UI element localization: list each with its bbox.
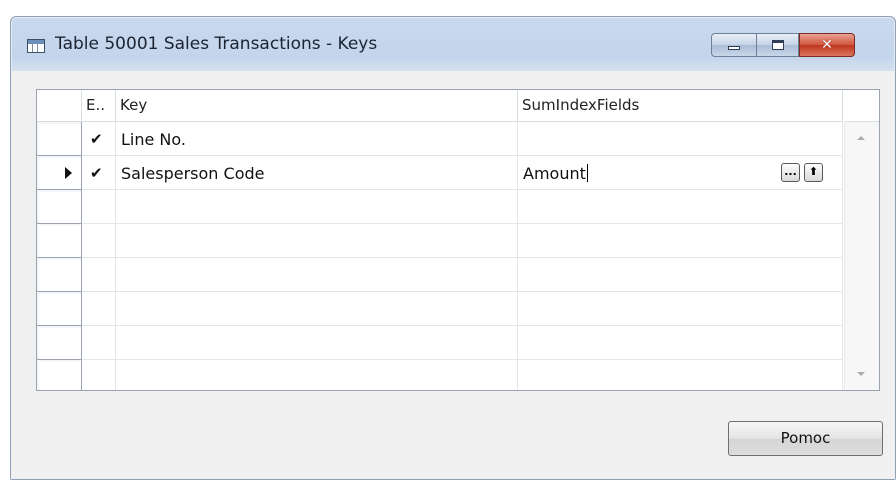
table-row[interactable]: ✔ Line No. [37,122,843,156]
sumindexfields-cell[interactable] [518,122,843,156]
sumindexfields-cell[interactable] [518,258,843,292]
row-selector-header [37,90,82,122]
sumindexfields-cell[interactable] [518,292,843,326]
text-caret [586,164,588,182]
sumindexfields-value: Amount [523,164,586,183]
close-icon: ✕ [821,37,833,53]
sumindexfields-cell[interactable] [518,190,843,224]
row-selector[interactable] [37,156,82,190]
sumindexfields-cell[interactable] [518,326,843,360]
column-header-key[interactable]: Key [116,90,518,122]
key-cell[interactable] [116,190,518,224]
minimize-button[interactable] [711,33,757,57]
row-selector[interactable] [37,292,82,326]
row-selector[interactable] [37,224,82,258]
window-client-area: E.. Key SumIndexFields ✔ Line No. ✔ Sale… [11,71,895,479]
enabled-cell[interactable] [82,326,116,360]
table-row-empty[interactable] [37,326,843,360]
row-selector[interactable] [37,360,82,390]
row-selector[interactable] [37,326,82,360]
keys-grid[interactable]: E.. Key SumIndexFields ✔ Line No. ✔ Sale… [36,89,880,391]
lookup-button[interactable]: ... [781,163,800,182]
help-button[interactable]: Pomoc [728,421,883,456]
enabled-cell[interactable] [82,292,116,326]
key-cell[interactable] [116,292,518,326]
sumindexfields-cell[interactable] [518,224,843,258]
enabled-cell[interactable] [82,224,116,258]
scroll-up-icon[interactable] [857,136,865,140]
header-corner [845,90,879,122]
key-cell[interactable] [116,360,518,390]
table-row-empty[interactable] [37,292,843,326]
sumindexfields-cell[interactable] [518,360,843,390]
row-selector[interactable] [37,122,82,156]
row-pointer-icon [65,167,72,179]
table-icon [27,39,45,53]
key-cell[interactable] [116,326,518,360]
table-row-empty[interactable] [37,190,843,224]
vertical-scrollbar[interactable] [844,122,879,390]
enabled-cell[interactable] [82,360,116,390]
enabled-cell[interactable] [82,258,116,292]
window-title: Table 50001 Sales Transactions - Keys [55,34,378,54]
minimize-icon [728,46,740,50]
enabled-cell[interactable] [82,190,116,224]
enabled-checkmark-icon[interactable]: ✔ [82,122,116,156]
column-header-sumindexfields[interactable]: SumIndexFields [518,90,843,122]
column-header-enabled[interactable]: E.. [82,90,116,122]
key-cell[interactable] [116,224,518,258]
key-cell[interactable]: Line No. [116,122,518,156]
close-button[interactable]: ✕ [799,33,855,57]
row-selector[interactable] [37,258,82,292]
maximize-icon [771,40,784,50]
scroll-down-icon[interactable] [857,372,865,376]
key-cell[interactable] [116,258,518,292]
enabled-checkmark-icon[interactable]: ✔ [82,156,116,190]
table-row-current[interactable]: ✔ Salesperson Code Amount ... ⬆ [37,156,843,190]
row-selector[interactable] [37,190,82,224]
keys-window: Table 50001 Sales Transactions - Keys ✕ … [10,16,896,480]
table-row-empty[interactable] [37,224,843,258]
title-bar[interactable]: Table 50001 Sales Transactions - Keys ✕ [11,17,895,71]
table-row-empty[interactable] [37,258,843,292]
assist-edit-button[interactable]: ⬆ [804,163,823,182]
table-row-empty[interactable] [37,360,843,390]
maximize-button[interactable] [757,33,799,57]
key-cell[interactable]: Salesperson Code [116,156,518,190]
